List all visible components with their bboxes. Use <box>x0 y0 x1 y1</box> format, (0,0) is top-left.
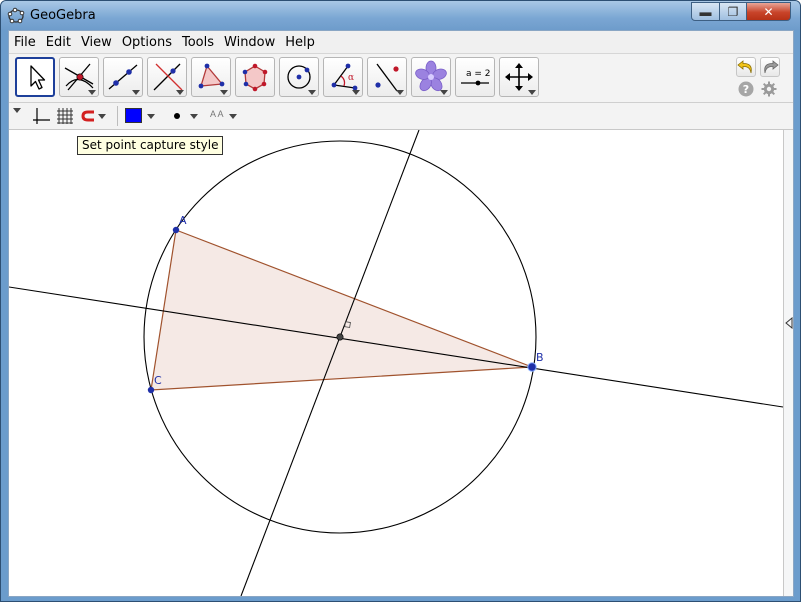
construction-canvas[interactable] <box>9 130 783 596</box>
menu-bar: File Edit View Options Tools Window Help <box>9 31 793 54</box>
menu-file[interactable]: File <box>9 35 41 50</box>
stylebar-divider <box>117 106 118 126</box>
point-b-label: B <box>536 351 544 364</box>
window-title: GeoGebra <box>30 8 96 23</box>
svg-text:?: ? <box>743 83 749 96</box>
redo-button[interactable] <box>760 57 780 77</box>
color-swatch[interactable] <box>125 108 142 123</box>
graphics-view[interactable]: A B C Set point capture style <box>9 130 784 596</box>
title-bar[interactable]: GeoGebra ▬ ❐ ✕ <box>1 1 800 30</box>
point-style-icon[interactable] <box>170 106 184 126</box>
undo-button[interactable] <box>736 57 756 77</box>
tool-dropdown-arrow <box>396 90 404 95</box>
point-c[interactable] <box>147 386 155 394</box>
special-object-tool-button[interactable] <box>411 57 451 97</box>
maximize-button[interactable]: ❐ <box>719 2 747 21</box>
regular-polygon-icon <box>242 63 268 92</box>
tool-dropdown-arrow <box>528 90 536 95</box>
style-bar: A A <box>9 103 793 130</box>
point-capture-dropdown-arrow[interactable] <box>98 114 106 119</box>
menu-view[interactable]: View <box>76 35 117 50</box>
help-icon[interactable]: ? <box>738 81 754 97</box>
label-style-dropdown-arrow[interactable] <box>229 114 237 119</box>
menu-edit[interactable]: Edit <box>41 35 76 50</box>
slider-tool-button[interactable]: a = 2 <box>455 57 495 97</box>
point-c-label: C <box>154 374 162 387</box>
reflect-tool-button[interactable] <box>367 57 407 97</box>
close-button[interactable]: ✕ <box>746 2 791 21</box>
grid-toggle-icon[interactable] <box>55 106 75 126</box>
polygon-tool-button[interactable] <box>191 57 231 97</box>
triangle-abc[interactable] <box>150 229 533 391</box>
gear-icon[interactable] <box>761 81 777 97</box>
circle-tool-button[interactable] <box>279 57 319 97</box>
tool-dropdown-arrow <box>132 90 140 95</box>
slider-label: a = 2 <box>466 69 491 79</box>
menu-tools[interactable]: Tools <box>177 35 219 50</box>
tool-dropdown-arrow <box>220 90 228 95</box>
tooltip: Set point capture style <box>77 136 224 155</box>
side-panel-handle[interactable] <box>784 130 793 596</box>
color-dropdown-arrow[interactable] <box>147 114 155 119</box>
redo-arrow-icon <box>764 60 779 74</box>
app-window: GeoGebra ▬ ❐ ✕ File Edit View Options To… <box>0 0 801 602</box>
toolbar: α a = 2 <box>9 54 793 103</box>
axes-toggle-icon[interactable] <box>31 106 51 126</box>
svg-text:α: α <box>348 73 354 83</box>
chevron-left-icon[interactable] <box>785 317 793 329</box>
label-style-button[interactable]: A A <box>210 109 224 129</box>
line-tool-button[interactable] <box>103 57 143 97</box>
point-tool-button[interactable] <box>59 57 99 97</box>
circumcenter-point[interactable] <box>336 333 344 341</box>
tool-dropdown-arrow <box>176 90 184 95</box>
move-tool-button[interactable] <box>15 57 55 97</box>
undo-arrow-icon <box>737 60 752 74</box>
tool-dropdown-arrow <box>440 90 448 95</box>
menu-window[interactable]: Window <box>219 35 280 50</box>
slider-icon: a = 2 <box>461 69 491 86</box>
point-capture-magnet-icon[interactable] <box>80 106 100 126</box>
line-through-b[interactable] <box>9 286 783 408</box>
pointer-arrow-icon <box>30 65 46 90</box>
point-a-label: A <box>179 214 187 227</box>
angle-tool-button[interactable]: α <box>323 57 363 97</box>
point-style-dropdown-arrow[interactable] <box>190 114 198 119</box>
minimize-button[interactable]: ▬ <box>691 2 720 21</box>
move-graphics-tool-button[interactable] <box>499 57 539 97</box>
tool-dropdown-arrow <box>352 90 360 95</box>
perpendicular-line-tool-button[interactable] <box>147 57 187 97</box>
geogebra-logo-icon <box>7 7 25 24</box>
stylebar-collapse-arrow[interactable] <box>13 108 21 113</box>
app-client-area: File Edit View Options Tools Window Help <box>8 30 794 597</box>
point-a[interactable] <box>172 226 180 234</box>
regular-polygon-tool-button[interactable] <box>235 57 275 97</box>
tool-dropdown-arrow <box>308 90 316 95</box>
tool-dropdown-arrow <box>88 90 96 95</box>
point-b[interactable] <box>527 362 537 372</box>
menu-options[interactable]: Options <box>117 35 177 50</box>
menu-help[interactable]: Help <box>280 35 320 50</box>
